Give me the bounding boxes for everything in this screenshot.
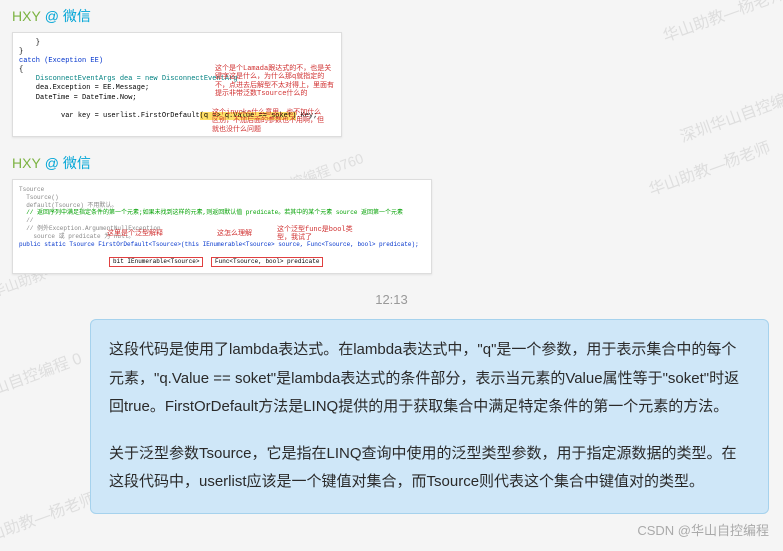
code-line: } — [19, 39, 335, 48]
reply-paragraph: 关于泛型参数Tsource，它是指在LINQ查询中使用的泛型类型参数，用于指定源… — [109, 440, 750, 497]
sender-name: HXY — [12, 155, 41, 171]
code-line: // — [19, 217, 425, 225]
red-box-annotation: Func<Tsource, bool> predicate — [211, 257, 323, 267]
code-line: public static Tsource FirstOrDefault<Tso… — [19, 241, 425, 249]
watermark: 山自控编程 0 — [0, 345, 85, 399]
annotation-note: 这个invoke什么意思，也不加什么区别，不加后面的参数也不用啊，但就也没什么问… — [212, 109, 327, 132]
annotation-note: 这里是个泛型解释 — [107, 230, 163, 238]
message-sender: HXY @ 微信 — [0, 0, 783, 30]
code-screenshot-2[interactable]: Tsource Tsource() default(Tsource) 不用默认。… — [12, 179, 432, 274]
message-sender: HXY @ 微信 — [0, 147, 783, 177]
message-timestamp: 12:13 — [0, 284, 783, 319]
annotation-note: 这个是个Lamada跟达式的不，也是关键字这是什么，为什么那q就指定的不，点进去… — [215, 65, 335, 99]
watermark: 深圳华山自控编程 0760 — [676, 67, 783, 147]
annotation-note: 这怎么理解 — [217, 230, 252, 238]
sender-at: @ 微信 — [45, 153, 91, 173]
code-line: Tsource — [19, 186, 425, 194]
annotation-note: 这个泛型func是bool类型，我试了 — [277, 226, 357, 243]
reply-message-bubble: 这段代码是使用了lambda表达式。在lambda表达式中，"q"是一个参数，用… — [90, 319, 769, 514]
watermark: 华山助教—杨老师 — [0, 485, 98, 551]
code-line: // 返回序列中满足指定条件的第一个元素;如果未找到这样的元素,则返回默认值 p… — [19, 209, 425, 217]
code-screenshot-1[interactable]: } } catch (Exception EE) { DisconnectEve… — [12, 32, 342, 137]
code-line: Tsource() — [19, 194, 425, 202]
reply-paragraph: 这段代码是使用了lambda表达式。在lambda表达式中，"q"是一个参数，用… — [109, 336, 750, 422]
code-line: } — [19, 48, 335, 57]
red-box-annotation: bit IEnumerable<Tsource> — [109, 257, 203, 267]
sender-name: HXY — [12, 8, 41, 24]
sender-at: @ 微信 — [45, 6, 91, 26]
csdn-credit: CSDN @华山自控编程 — [637, 520, 769, 539]
